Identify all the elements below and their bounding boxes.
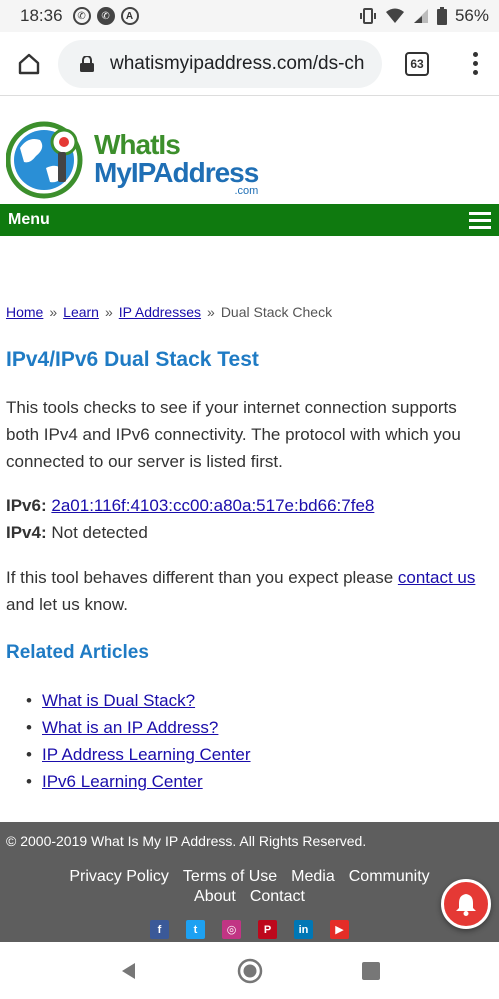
youtube-icon[interactable]: ▶ — [330, 920, 349, 939]
related-articles-list: What is Dual Stack? What is an IP Addres… — [6, 687, 494, 795]
ipv6-label: IPv6: — [6, 496, 47, 515]
system-nav-bar — [0, 942, 499, 999]
browser-toolbar: whatismyipaddress.com/ds-ch 63 — [0, 32, 499, 96]
address-bar[interactable]: whatismyipaddress.com/ds-ch — [58, 39, 382, 88]
battery-icon — [436, 7, 447, 25]
phone-icon: ✆ — [96, 7, 115, 25]
menu-label[interactable]: Menu — [8, 211, 50, 229]
breadcrumb-current: Dual Stack Check — [220, 304, 333, 320]
feedback-note: If this tool behaves different than you … — [6, 568, 476, 614]
bell-icon — [456, 894, 476, 916]
lock-icon — [80, 54, 94, 72]
list-item: IP Address Learning Center — [26, 741, 494, 768]
url-text: whatismyipaddress.com/ds-ch — [110, 52, 365, 74]
footer-link-about[interactable]: About — [194, 887, 236, 907]
tab-count: 63 — [405, 51, 429, 76]
browser-menu-button[interactable] — [452, 32, 498, 96]
social-links: f t ◎ P in ▶ — [150, 920, 349, 939]
intro-text: This tools checks to see if your interne… — [6, 398, 461, 471]
list-item: IPv6 Learning Center — [26, 768, 494, 795]
main-content: Home» Learn» IP Addresses» Dual Stack Check… — [6, 304, 494, 795]
ipv6-row: IPv6: 2a01:116f:4103:cc00:a80a:517e:bd66… — [6, 492, 494, 519]
ip-results: IPv6: 2a01:116f:4103:cc00:a80a:517e:bd66… — [6, 492, 494, 546]
wifi-icon — [385, 8, 404, 23]
breadcrumb-learn[interactable]: Learn — [63, 304, 99, 320]
logo-line-1: WhatIs — [94, 129, 181, 160]
pinterest-icon[interactable]: P — [258, 920, 277, 939]
breadcrumb: Home» Learn» IP Addresses» Dual Stack Check — [6, 304, 333, 320]
site-logo[interactable]: WhatIs MyIPAddress .com — [6, 116, 266, 202]
twitter-icon[interactable]: t — [186, 920, 205, 939]
chat-bubble-icon: ✆ — [72, 7, 91, 25]
status-notification-icons: ✆ ✆ A — [72, 7, 139, 25]
ipv4-row: IPv4: Not detected — [6, 519, 494, 546]
ipv6-address-link[interactable]: 2a01:116f:4103:cc00:a80a:517e:bd66:7fe8 — [51, 496, 374, 515]
recents-icon[interactable] — [361, 961, 380, 980]
notification-bell-button[interactable] — [441, 879, 491, 929]
footer-link-contact[interactable]: Contact — [250, 887, 305, 907]
footer-links: Privacy Policy Terms of Use Media Community… — [0, 867, 499, 907]
footer-link-community[interactable]: Community — [349, 867, 430, 887]
list-item: What is an IP Address? — [26, 714, 494, 741]
contact-us-link[interactable]: contact us — [398, 568, 476, 587]
signal-icon — [413, 9, 428, 23]
site-nav-bar[interactable]: Menu — [0, 204, 499, 236]
globe-magnifier-icon — [6, 121, 83, 199]
ipv4-label: IPv4: — [6, 523, 47, 542]
back-icon[interactable] — [119, 961, 139, 981]
home-circle-icon[interactable] — [237, 958, 263, 984]
hamburger-icon[interactable] — [469, 211, 491, 229]
logo-suffix: .com — [234, 185, 259, 197]
copyright-text: © 2000-2019 What Is My IP Address. All R… — [6, 833, 367, 849]
a-icon: A — [120, 7, 139, 25]
status-bar: 18:36 ✆ ✆ A 56% — [0, 0, 499, 32]
home-button[interactable] — [0, 32, 58, 96]
tab-switcher-button[interactable]: 63 — [382, 32, 452, 96]
logo-line-2: MyIPAddress — [94, 157, 259, 188]
home-icon — [18, 53, 40, 74]
linkedin-icon[interactable]: in — [294, 920, 313, 939]
logo-wordmark: WhatIs MyIPAddress .com — [94, 129, 259, 197]
related-articles-heading: Related Articles — [6, 642, 149, 663]
footer-link-media[interactable]: Media — [291, 867, 335, 887]
facebook-icon[interactable]: f — [150, 920, 169, 939]
ipv4-value: Not detected — [51, 523, 148, 542]
breadcrumb-ip-addresses[interactable]: IP Addresses — [119, 304, 201, 320]
instagram-icon[interactable]: ◎ — [222, 920, 241, 939]
related-link-dual-stack[interactable]: What is Dual Stack? — [42, 691, 195, 710]
status-time: 18:36 — [20, 6, 63, 25]
page-title: IPv4/IPv6 Dual Stack Test — [6, 348, 259, 371]
vibrate-icon — [359, 8, 376, 24]
more-vert-icon — [472, 52, 478, 57]
footer-link-terms[interactable]: Terms of Use — [183, 867, 277, 887]
list-item: What is Dual Stack? — [26, 687, 494, 714]
footer-link-privacy[interactable]: Privacy Policy — [69, 867, 169, 887]
related-link-ip-address[interactable]: What is an IP Address? — [42, 718, 218, 737]
site-footer: © 2000-2019 What Is My IP Address. All R… — [0, 822, 499, 942]
battery-percent: 56% — [454, 6, 489, 25]
related-link-ipv6-center[interactable]: IPv6 Learning Center — [42, 772, 203, 791]
related-link-learning-center[interactable]: IP Address Learning Center — [42, 745, 251, 764]
breadcrumb-home[interactable]: Home — [6, 304, 43, 320]
